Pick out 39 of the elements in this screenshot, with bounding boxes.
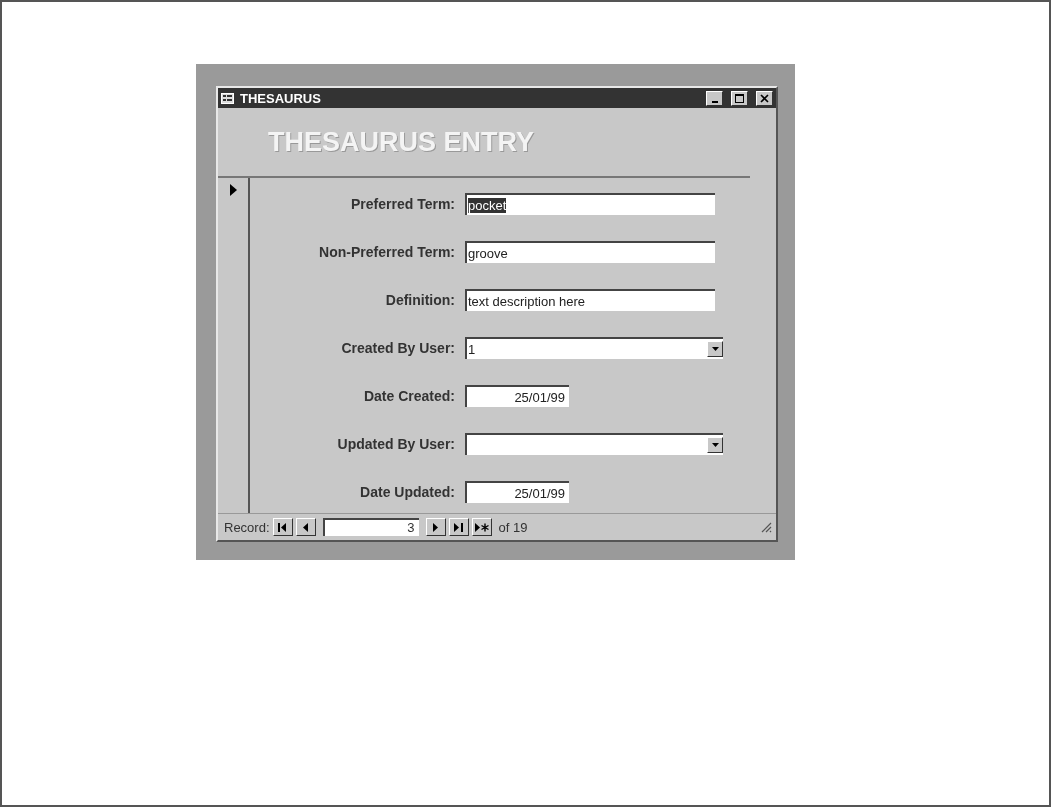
record-count: of 19 (498, 519, 528, 535)
maximize-icon (735, 93, 744, 103)
close-icon (760, 93, 769, 103)
text-field[interactable]: pocket (465, 193, 715, 215)
next-record-button[interactable] (425, 518, 446, 536)
field-label: Preferred Term: (350, 196, 455, 212)
window-title: THESAURUS (240, 90, 322, 106)
resize-grip-icon[interactable] (760, 521, 772, 533)
last-record-button[interactable] (448, 518, 469, 536)
first-icon (278, 522, 288, 532)
new-record-button[interactable] (471, 518, 492, 536)
current-record-icon (229, 184, 237, 196)
record-label: Record: (224, 519, 270, 535)
form-icon (221, 92, 234, 104)
field-label: Non-Preferred Term: (318, 244, 455, 260)
field-label: Updated By User: (336, 436, 455, 452)
record-number-field[interactable]: 3 (322, 518, 419, 536)
field-label: Date Updated: (359, 484, 455, 500)
caret-icon (711, 347, 719, 351)
minimize-button[interactable] (706, 90, 723, 106)
date-field[interactable]: 25/01/99 (465, 385, 569, 407)
maximize-button[interactable] (731, 90, 748, 106)
next-icon (433, 522, 439, 532)
caret-icon (711, 443, 719, 447)
combo-box[interactable]: 1 (465, 337, 723, 359)
text-field[interactable]: groove (465, 241, 715, 263)
field-label: Created By User: (340, 340, 455, 356)
new-record-icon (474, 522, 489, 532)
first-record-button[interactable] (272, 518, 293, 536)
minimize-icon (711, 100, 718, 103)
combo-box[interactable] (465, 433, 723, 455)
previous-icon (303, 522, 309, 532)
previous-record-button[interactable] (295, 518, 316, 536)
last-icon (454, 522, 464, 532)
date-field[interactable]: 25/01/99 (465, 481, 569, 503)
field-label: Date Created: (362, 388, 455, 404)
text-field[interactable]: text description here (465, 289, 715, 311)
close-button[interactable] (756, 90, 773, 106)
field-label: Definition: (384, 292, 455, 308)
